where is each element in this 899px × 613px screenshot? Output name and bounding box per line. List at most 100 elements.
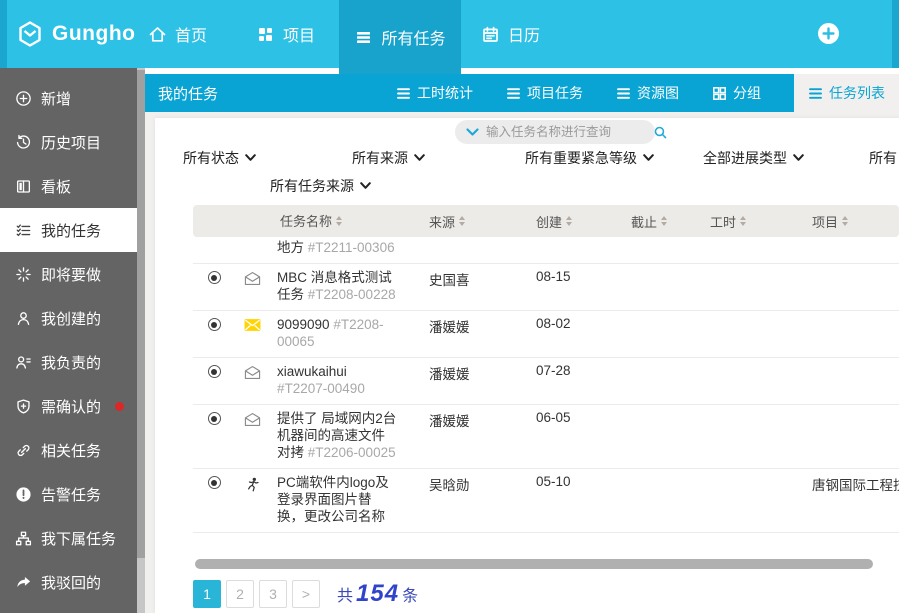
task-name-cell: 9099090 #T2208-00065	[269, 316, 423, 350]
tab-project-tasks[interactable]: 项目任务	[506, 74, 583, 112]
content-panel: 所有状态 所有来源 所有重要紧急等级 全部进展类型 所有 所有任务来源	[155, 118, 899, 613]
tab-time-stats[interactable]: 工时统计	[396, 74, 473, 112]
task-name-cell: xiawukaihui #T2207-00490	[269, 363, 423, 397]
task-source-cell: 潘媛媛	[423, 363, 526, 383]
mail-unread-icon	[244, 318, 261, 332]
tab-task-list-active[interactable]: 任务列表	[794, 74, 899, 112]
sidebar-item-related-tasks[interactable]: 相关任务	[0, 428, 137, 472]
task-created-cell: 07-28	[526, 363, 626, 378]
column-header-hours[interactable]: 工时	[706, 212, 796, 231]
tab-label: 分组	[733, 83, 761, 103]
nav-calendar[interactable]: 日历	[481, 0, 540, 68]
filter-task-source[interactable]: 所有任务来源	[270, 176, 371, 196]
task-search[interactable]	[455, 120, 655, 144]
task-name[interactable]: 9099090	[277, 317, 330, 332]
runner-icon	[246, 476, 259, 493]
page-3-button[interactable]: 3	[259, 580, 287, 608]
task-row[interactable]: MBC 消息格式测试任务 #T2208-00228 史国喜 08-15	[193, 264, 899, 311]
tab-resource-map[interactable]: 资源图	[616, 74, 679, 112]
radio-icon[interactable]	[208, 412, 221, 425]
task-name[interactable]: 地方	[277, 240, 304, 255]
sidebar-item-upcoming[interactable]: 即将要做	[0, 252, 137, 296]
radio-icon[interactable]	[208, 271, 221, 284]
sidebar-item-kanban[interactable]: 看板	[0, 164, 137, 208]
tab-grouping[interactable]: 分组	[712, 74, 761, 112]
task-name-cell: MBC 消息格式测试任务 #T2208-00228	[269, 269, 423, 303]
task-name-cell: 地方 #T2211-00306	[269, 239, 423, 256]
filter-progress-type[interactable]: 全部进展类型	[703, 148, 804, 168]
sidebar-scrollbar[interactable]	[137, 68, 145, 613]
sort-icon	[459, 216, 465, 226]
sort-icon	[740, 216, 746, 226]
radio-icon[interactable]	[208, 365, 221, 378]
filter-label: 所有来源	[352, 148, 408, 168]
sidebar-item-alert-tasks[interactable]: 告警任务	[0, 472, 137, 516]
task-row[interactable]: 地方 #T2211-00306	[193, 237, 899, 264]
nav-label: 项目	[283, 22, 315, 46]
sidebar-item-rejected-by-me[interactable]: 我驳回的	[0, 560, 137, 604]
sort-icon	[842, 216, 848, 226]
task-source-cell: 史国喜	[423, 269, 526, 289]
filter-more[interactable]: 所有	[869, 148, 897, 168]
sidebar-item-created-by-me[interactable]: 我创建的	[0, 296, 137, 340]
horizontal-scrollbar[interactable]	[195, 559, 873, 569]
menu-lines-icon	[616, 86, 631, 101]
nav-projects[interactable]: 项目	[256, 0, 315, 68]
sidebar-item-new[interactable]: 新增	[0, 76, 137, 120]
sidebar-item-label: 历史项目	[41, 132, 101, 153]
top-navigation: 首页 项目 所有任务 日历	[0, 0, 899, 68]
radio-icon[interactable]	[208, 476, 221, 489]
filter-source[interactable]: 所有来源	[352, 148, 425, 168]
task-created-cell: 08-15	[526, 269, 626, 284]
task-source-cell: 潘媛媛	[423, 316, 526, 336]
nav-label: 首页	[175, 22, 207, 46]
page-2-button[interactable]: 2	[226, 580, 254, 608]
total-count-number: 154	[356, 580, 399, 608]
radio-icon[interactable]	[208, 318, 221, 331]
search-icon[interactable]	[654, 126, 667, 139]
chevron-down-icon[interactable]	[466, 126, 479, 139]
nav-all-tasks-active[interactable]: 所有任务	[339, 0, 461, 74]
task-row[interactable]: PC端软件内logo及登录界面图片替换，更改公司名称 吴晗勋 05-10 唐钢国…	[193, 469, 899, 533]
column-header-created[interactable]: 创建	[526, 212, 626, 231]
sidebar-item-label: 即将要做	[41, 264, 101, 285]
sidebar-item-my-tasks[interactable]: 我的任务	[0, 208, 137, 252]
subheader: 我的任务 工时统计 项目任务 资源图 分组 任务列	[145, 74, 899, 112]
task-row[interactable]: xiawukaihui #T2207-00490 潘媛媛 07-28	[193, 358, 899, 405]
search-input[interactable]	[486, 125, 647, 139]
tab-label: 资源图	[637, 83, 679, 103]
chevron-down-icon	[360, 182, 371, 190]
column-header-source[interactable]: 来源	[423, 212, 526, 231]
sidebar-item-needs-confirmation[interactable]: 需确认的	[0, 384, 137, 428]
shield-icon	[15, 398, 32, 415]
filter-priority[interactable]: 所有重要紧急等级	[525, 148, 654, 168]
page-1-button[interactable]: 1	[193, 580, 221, 608]
column-header-task-name[interactable]: 任务名称	[269, 213, 423, 230]
add-button[interactable]	[817, 22, 840, 45]
task-row[interactable]: 提供了 局域网内2台机器间的高速文件对拷 #T2206-00025 潘媛媛 06…	[193, 405, 899, 469]
column-header-due[interactable]: 截止	[626, 212, 706, 231]
sidebar-item-label: 我创建的	[41, 308, 101, 329]
task-id: #T2211-00306	[308, 240, 395, 255]
menu-lines-icon	[808, 86, 823, 101]
grid-icon	[256, 25, 275, 44]
column-header-project[interactable]: 项目	[796, 212, 899, 231]
sidebar: 新增 历史项目 看板 我的任务	[0, 68, 145, 613]
sidebar-item-label: 我负责的	[41, 352, 101, 373]
nav-home[interactable]: 首页	[148, 0, 207, 68]
view-tabs: 工时统计 项目任务 资源图 分组 任务列表	[396, 74, 899, 112]
task-created-cell: 08-02	[526, 316, 626, 331]
person-icon	[15, 310, 32, 327]
filter-status[interactable]: 所有状态	[183, 148, 256, 168]
sort-icon	[336, 216, 342, 226]
sidebar-scrollbar-thumb[interactable]	[137, 70, 145, 558]
sidebar-item-subordinate-tasks[interactable]: 我下属任务	[0, 516, 137, 560]
sidebar-item-responsible[interactable]: 我负责的	[0, 340, 137, 384]
sidebar-item-history-projects[interactable]: 历史项目	[0, 120, 137, 164]
task-name[interactable]: PC端软件内logo及登录界面图片替换，更改公司名称	[277, 475, 389, 524]
task-name[interactable]: xiawukaihui	[277, 364, 347, 379]
home-icon	[148, 25, 167, 44]
next-page-button[interactable]: >	[292, 580, 320, 608]
task-row[interactable]: 9099090 #T2208-00065 潘媛媛 08-02	[193, 311, 899, 358]
tab-label: 项目任务	[527, 83, 583, 103]
